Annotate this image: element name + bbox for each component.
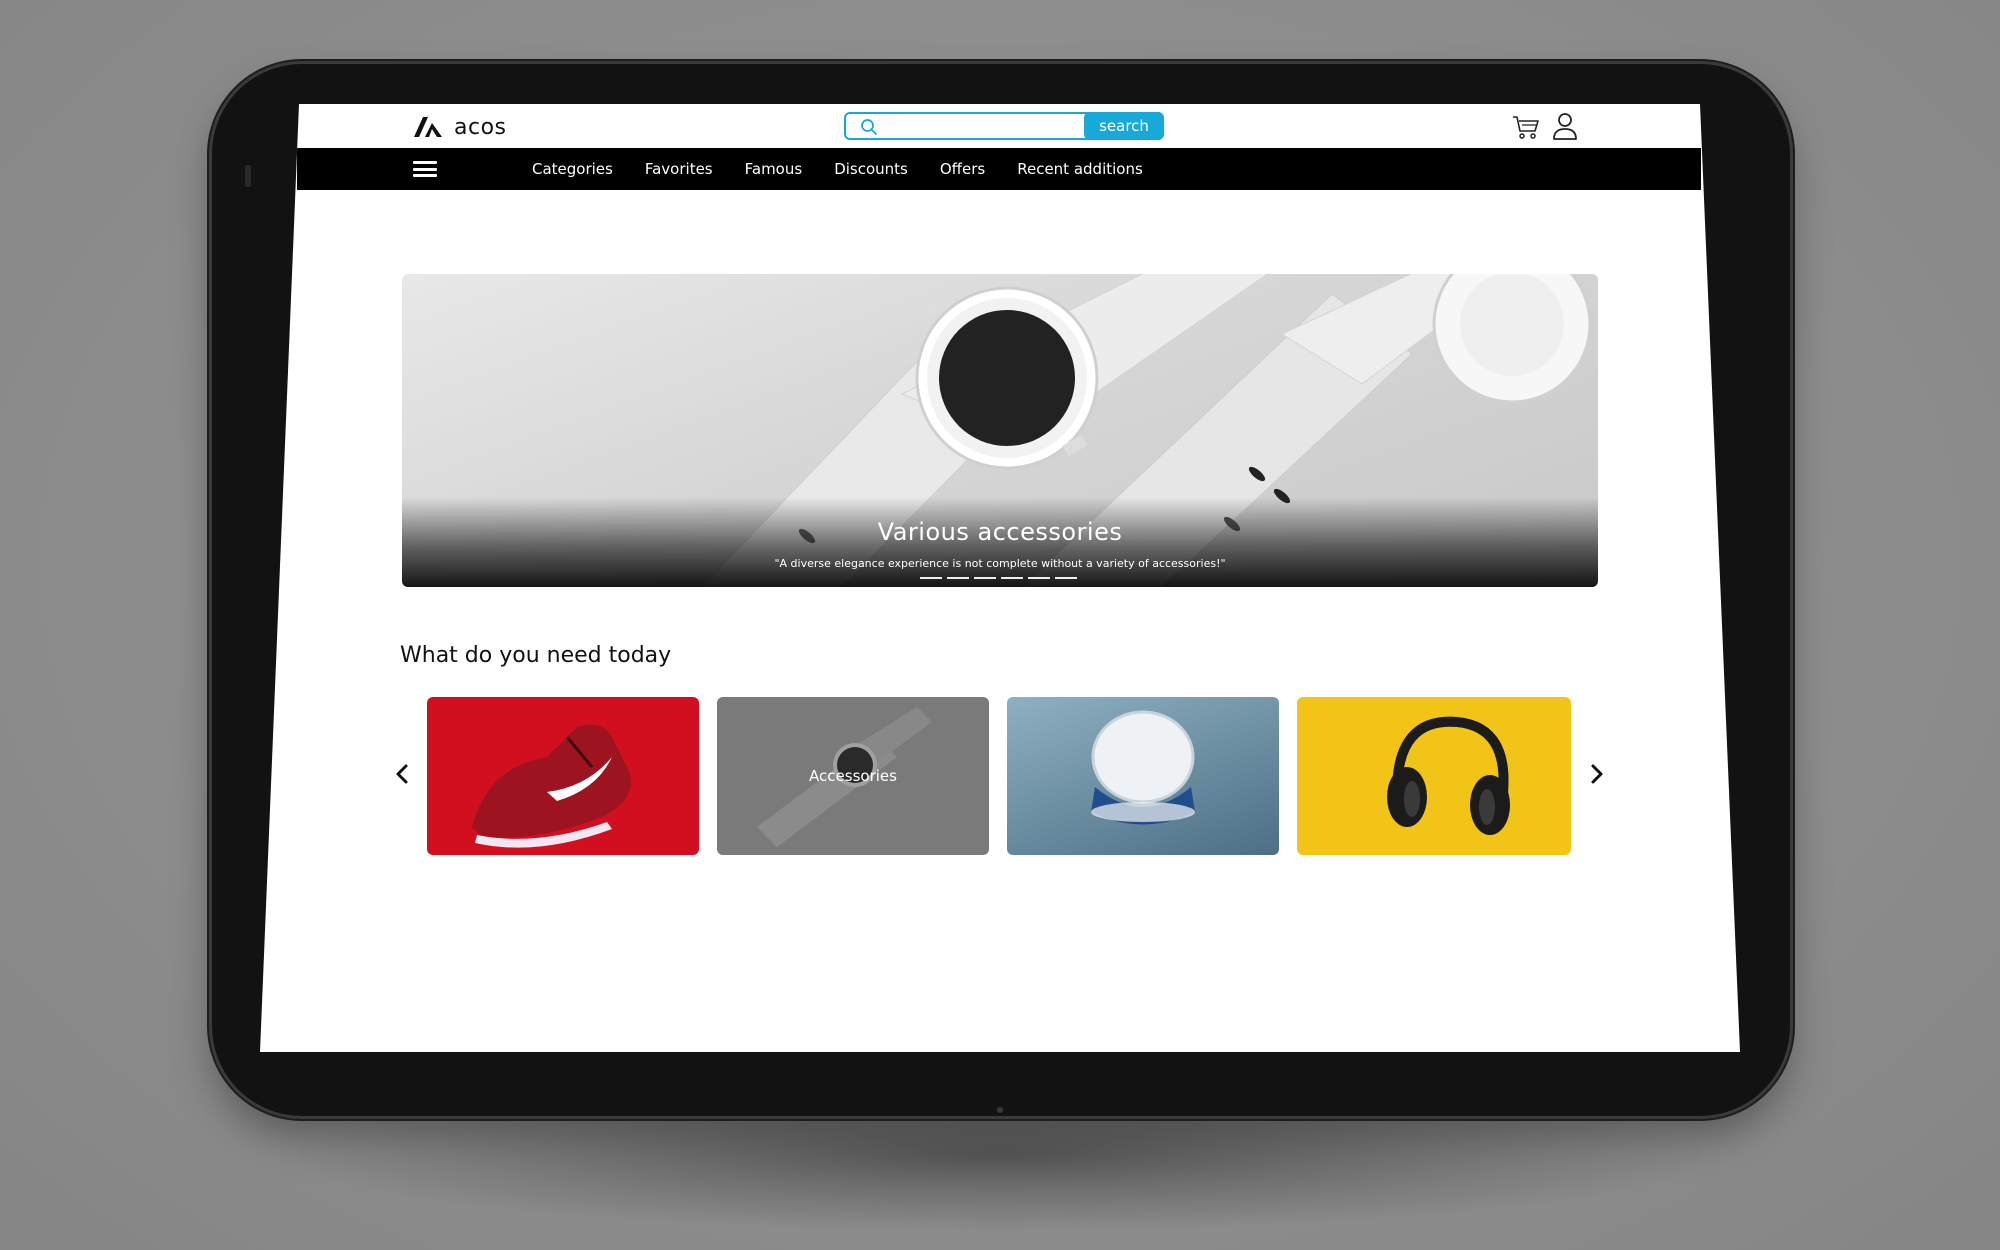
search-button[interactable]: search xyxy=(1084,112,1164,140)
logo-mark-icon xyxy=(414,117,442,137)
carousel-indicator[interactable] xyxy=(1028,577,1050,579)
logo[interactable]: acos xyxy=(414,114,507,140)
hamburger-menu-icon[interactable] xyxy=(413,161,437,177)
logo-text: acos xyxy=(454,114,507,140)
nav-item-famous[interactable]: Famous xyxy=(745,160,803,178)
hero-title: Various accessories xyxy=(877,518,1123,546)
nav-item-recent-additions[interactable]: Recent additions xyxy=(1017,160,1143,178)
chevron-left-icon[interactable] xyxy=(393,762,411,786)
category-card-shoes[interactable] xyxy=(427,697,699,855)
cart-icon[interactable] xyxy=(1512,114,1540,140)
carousel-indicator[interactable] xyxy=(1001,577,1023,579)
user-icon[interactable] xyxy=(1552,112,1578,140)
carousel-indicator[interactable] xyxy=(947,577,969,579)
nav-item-offers[interactable]: Offers xyxy=(940,160,985,178)
chevron-right-icon[interactable] xyxy=(1588,762,1606,786)
category-card-accessories[interactable]: Accessories xyxy=(717,697,989,855)
nav-menu: Categories Favorites Famous Discounts Of… xyxy=(532,160,1175,178)
search-input[interactable]: search xyxy=(844,112,1164,140)
nav-item-discounts[interactable]: Discounts xyxy=(834,160,908,178)
carousel-indicator[interactable] xyxy=(974,577,996,579)
headphones-image xyxy=(1387,716,1510,835)
section-title: What do you need today xyxy=(400,643,672,668)
card-label: Accessories xyxy=(809,767,897,785)
hero-banner[interactable]: Various accessories "A diverse elegance … xyxy=(402,274,1598,587)
category-card-headphones[interactable] xyxy=(1297,697,1571,855)
carousel-indicators xyxy=(920,577,1077,579)
hero-subtitle: "A diverse elegance experience is not co… xyxy=(774,557,1226,570)
category-card-cosmetics[interactable] xyxy=(1007,697,1279,855)
cosmetics-jar-image xyxy=(1091,710,1195,825)
tablet-side-button xyxy=(245,165,251,187)
nav-item-favorites[interactable]: Favorites xyxy=(645,160,713,178)
nav-item-categories[interactable]: Categories xyxy=(532,160,613,178)
carousel-indicator[interactable] xyxy=(1055,577,1077,579)
sneaker-image xyxy=(472,724,632,848)
tablet-sensor xyxy=(997,1107,1003,1113)
carousel-indicator[interactable] xyxy=(920,577,942,579)
search-icon xyxy=(861,119,877,135)
